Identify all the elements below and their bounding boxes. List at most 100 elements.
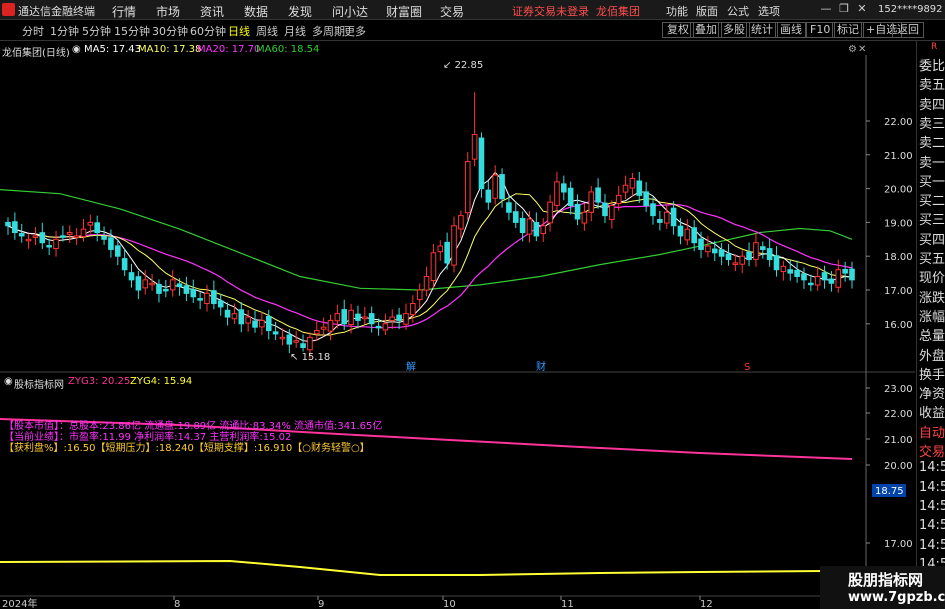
quote-side-panel: R 委比 卖五 卖四 卖三 卖二 卖一 买一 买二 买三 买四 买五 现价 涨跌 涨幅 总量 外盘 换手 净资 收益… xyxy=(916,41,945,609)
candle-down xyxy=(355,313,361,321)
panel-item: 买三 xyxy=(919,213,945,229)
finance-marker[interactable]: 财 xyxy=(536,360,546,373)
candle-up xyxy=(588,191,595,213)
candle-down xyxy=(519,217,526,234)
period-weekly[interactable]: 周线 xyxy=(256,23,278,39)
period-1min[interactable]: 1分钟 xyxy=(50,23,79,39)
menu-market[interactable]: 市场 xyxy=(156,3,180,20)
candle-up xyxy=(327,319,334,332)
menu-formula[interactable]: 公式 xyxy=(727,3,749,19)
restore-icon[interactable]: ❐ xyxy=(836,2,852,18)
period-timeshare[interactable]: 分时 xyxy=(22,23,44,39)
candle-down xyxy=(801,273,807,281)
menu-function[interactable]: 功能 xyxy=(666,3,688,19)
candle-down xyxy=(650,203,656,217)
candle-down xyxy=(217,300,224,308)
panel-item: 14:5 xyxy=(919,460,945,476)
x-label-2024: 2024年 xyxy=(2,597,37,609)
chart-settings-icon[interactable]: ⚙ xyxy=(848,44,857,55)
period-5min[interactable]: 5分钟 xyxy=(82,23,111,39)
main-y-axis: 22.00 21.00 20.00 19.00 18.00 17.00 16.00 xyxy=(866,117,913,331)
candle-down xyxy=(197,298,203,301)
period-monthly[interactable]: 月线 xyxy=(284,23,306,39)
period-toolbar: 分时 1分钟 5分钟 15分钟 30分钟 60分钟 日线 周线 月线 多周期 更… xyxy=(0,20,945,41)
menu-discover[interactable]: 发现 xyxy=(288,3,312,20)
unlock-marker[interactable]: 解 xyxy=(406,360,416,373)
menu-layout[interactable]: 版面 xyxy=(696,3,718,19)
y-tick-label: 16.00 xyxy=(884,320,913,331)
period-multi[interactable]: 多周期 xyxy=(312,23,345,39)
candle-down xyxy=(108,237,114,250)
menu-wealth[interactable]: 财富圈 xyxy=(386,3,422,20)
indicator-title: 股标指标网 xyxy=(14,380,64,391)
period-30min[interactable]: 30分钟 xyxy=(152,23,188,39)
x-label-oct: 10 xyxy=(443,599,456,609)
candle-down xyxy=(396,314,402,321)
panel-item: 换手 xyxy=(919,367,945,383)
candle-down xyxy=(718,249,725,257)
candle-up xyxy=(663,211,670,224)
statistics-button[interactable]: 统计 xyxy=(746,22,778,38)
candle-down xyxy=(842,268,848,274)
period-daily[interactable]: 日线 xyxy=(228,23,250,39)
f10-button[interactable]: F10 xyxy=(805,22,836,38)
candle-down xyxy=(478,137,485,190)
panel-item: 涨幅 xyxy=(919,309,945,325)
candle-up xyxy=(540,225,547,234)
user-account[interactable]: 152****9892 xyxy=(878,4,943,15)
candle-up xyxy=(581,211,588,224)
candle-down xyxy=(773,255,780,271)
legend-toggle-icon[interactable]: ◉ xyxy=(72,44,81,55)
candle-down xyxy=(485,189,492,203)
candle-up xyxy=(835,269,842,288)
indicator-toggle-icon[interactable]: ◉ xyxy=(4,376,13,387)
candle-down xyxy=(12,221,18,234)
kline-chart-area[interactable]: 22.00 21.00 20.00 19.00 18.00 17.00 16.00 23.0… xyxy=(0,41,945,609)
menu-trade[interactable]: 交易 xyxy=(440,3,464,20)
period-60min[interactable]: 60分钟 xyxy=(190,23,226,39)
candle-up xyxy=(458,215,464,230)
candle-down xyxy=(533,222,540,237)
mark-button[interactable]: 标记 xyxy=(832,22,864,38)
event-marker-s[interactable]: S xyxy=(744,362,750,373)
panel-item: 交易 xyxy=(919,445,945,460)
y-tick-label: 18.00 xyxy=(884,252,913,263)
draw-line-button[interactable]: 画线 xyxy=(775,22,807,38)
candle-up xyxy=(307,336,313,351)
y-tick-label: 21.00 xyxy=(884,151,913,162)
period-15min[interactable]: 15分钟 xyxy=(114,23,150,39)
zyg3-label: ZYG3: 20.25 xyxy=(68,376,131,387)
menu-news[interactable]: 资讯 xyxy=(200,3,224,20)
panel-item: 卖二 xyxy=(919,136,945,152)
panel-item: 14:5 xyxy=(919,537,945,553)
candle-down xyxy=(561,183,567,193)
panel-item: 委比 xyxy=(919,59,945,74)
trade-login-status[interactable]: 证券交易未登录 龙佰集团 xyxy=(512,3,640,19)
candle-down xyxy=(759,246,766,250)
candle-up xyxy=(464,161,471,214)
ma5-line xyxy=(7,171,853,342)
candle-down xyxy=(794,269,800,277)
candle-up xyxy=(169,279,176,291)
candle-up xyxy=(732,262,739,265)
sub-y-tick-label: 17.00 xyxy=(884,539,913,550)
ma5-label: MA5: 17.43 xyxy=(84,44,142,55)
menu-data[interactable]: 数据 xyxy=(244,3,268,20)
menu-quotes[interactable]: 行情 xyxy=(112,3,136,20)
back-button[interactable]: 返回 xyxy=(892,22,924,38)
period-more[interactable]: 更多 xyxy=(344,23,366,39)
minimize-icon[interactable]: — xyxy=(818,2,834,18)
menu-options[interactable]: 选项 xyxy=(758,3,780,19)
menu-ask[interactable]: 问小达 xyxy=(332,3,368,20)
panel-item: 自动 xyxy=(919,425,945,441)
chart-close-icon[interactable]: ✕ xyxy=(858,44,866,55)
close-icon[interactable]: ✕ xyxy=(854,2,870,18)
zyg4-line xyxy=(0,559,826,576)
candle-up xyxy=(149,282,155,286)
candle-down xyxy=(190,289,197,298)
candle-down xyxy=(711,248,718,254)
candle-down xyxy=(595,187,601,203)
sub-y-tick-label: 20.00 xyxy=(884,461,913,472)
candle-up xyxy=(382,323,389,331)
ma10-label: MA10: 17.38 xyxy=(138,44,202,55)
